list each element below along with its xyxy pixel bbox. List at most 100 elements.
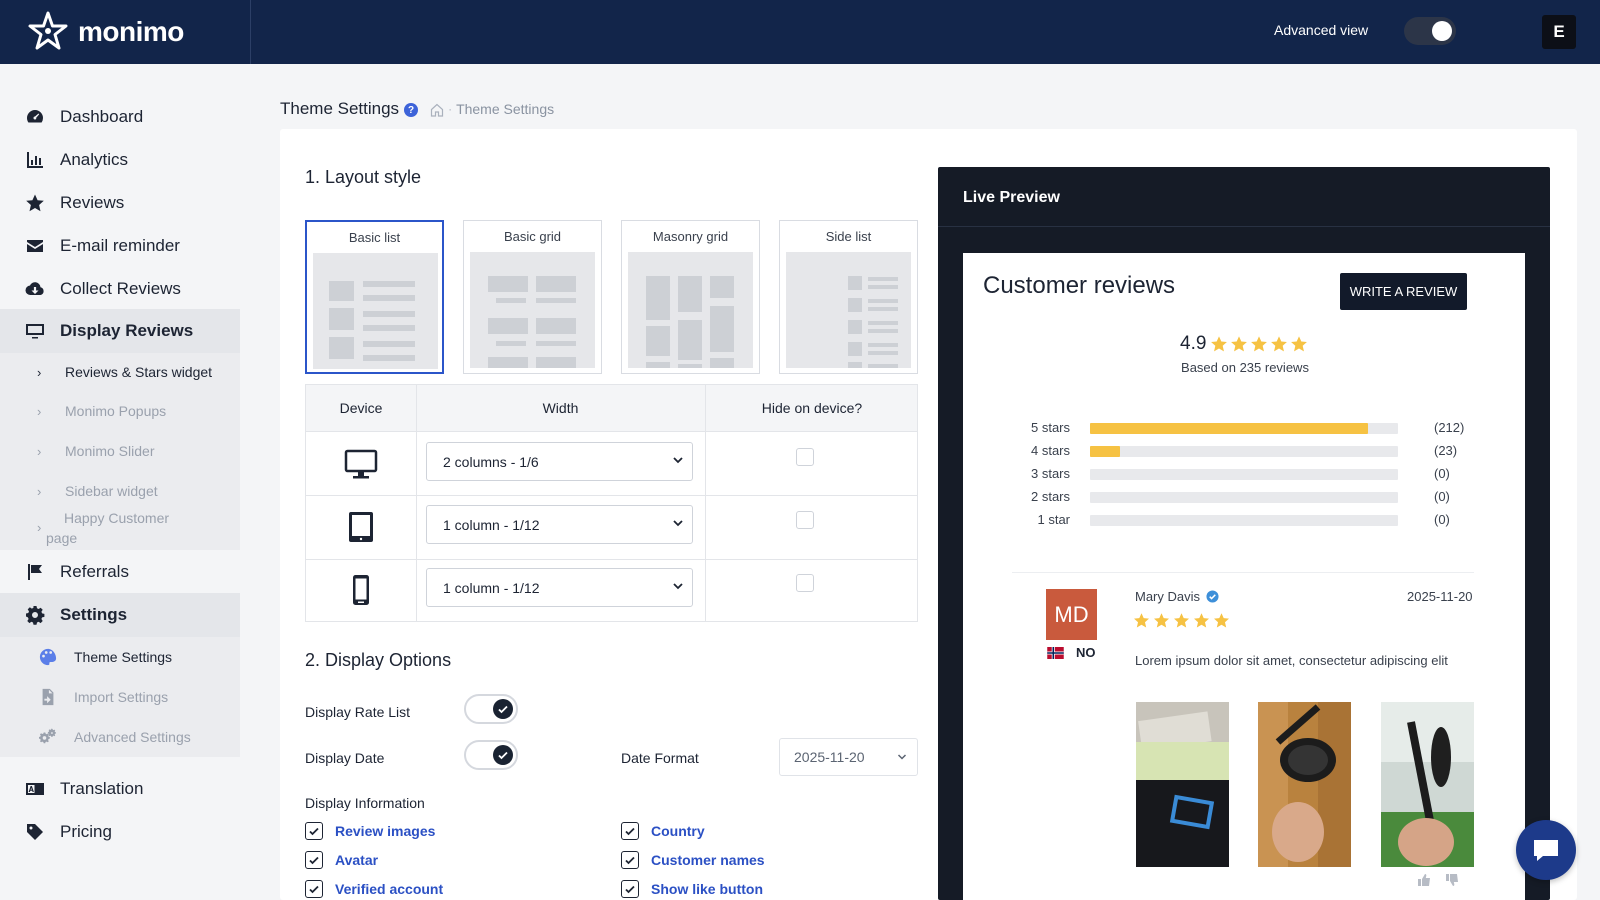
sidebar-item-reviews[interactable]: Reviews (0, 181, 240, 225)
gears-icon (38, 727, 58, 747)
palette-icon (38, 647, 58, 667)
sidebar-item-pricing[interactable]: Pricing (0, 810, 240, 854)
checkbox-box[interactable] (621, 880, 639, 898)
thumbs-down-icon[interactable] (1445, 873, 1459, 887)
desktop-icon (344, 447, 378, 481)
write-review-button[interactable]: WRITE A REVIEW (1340, 273, 1467, 310)
star-icon (1211, 336, 1228, 352)
checkbox-verified-account[interactable]: Verified account (305, 880, 443, 898)
review-photo[interactable] (1136, 702, 1229, 867)
sidebar-item-dashboard[interactable]: Dashboard (0, 95, 240, 139)
submenu-label: Reviews & Stars widget (65, 364, 213, 380)
layout-option-basic-list[interactable]: Basic list (305, 220, 444, 374)
sidebar-item-analytics[interactable]: Analytics (0, 138, 240, 182)
advanced-view-label: Advanced view (1274, 22, 1369, 38)
review-photo[interactable] (1381, 702, 1474, 867)
select-value: 1 column - 1/12 (443, 579, 540, 596)
check-icon (498, 705, 508, 714)
column-header-width: Width (542, 400, 579, 416)
checkbox-label: Review images (335, 823, 436, 839)
live-preview-title: Live Preview (963, 189, 1060, 206)
checkbox-box[interactable] (621, 851, 639, 869)
submenu-theme-settings[interactable]: Theme Settings (0, 637, 240, 677)
rating-bar-track (1090, 446, 1398, 457)
width-select-mobile[interactable]: 1 column - 1/12 (426, 568, 693, 607)
customer-reviews-heading: Customer reviews (983, 272, 1176, 299)
sidebar-item-label: Display Reviews (60, 321, 194, 340)
rating-row: 3 stars (0) (1000, 466, 1470, 482)
sidebar-item-collect-reviews[interactable]: Collect Reviews (0, 267, 240, 311)
reviewer-name: Mary Davis (1135, 589, 1201, 604)
checkbox-customer-names[interactable]: Customer names (621, 851, 765, 869)
sidebar-item-settings[interactable]: Settings (0, 593, 240, 637)
display-rate-list-toggle[interactable] (464, 694, 518, 724)
checkbox-show-like-button[interactable]: Show like button (621, 880, 763, 898)
checkbox-avatar[interactable]: Avatar (305, 851, 378, 869)
home-icon[interactable] (430, 103, 444, 117)
hide-desktop-checkbox[interactable] (796, 448, 814, 466)
display-date-label: Display Date (305, 750, 385, 766)
help-icon[interactable]: ? (404, 103, 419, 117)
mobile-icon (344, 573, 378, 607)
hide-tablet-checkbox[interactable] (796, 511, 814, 529)
sidebar: Dashboard Analytics Reviews E-mail remin… (0, 64, 251, 900)
chat-button[interactable] (1516, 820, 1576, 880)
translate-icon (24, 778, 46, 800)
submenu-monimo-popups[interactable]: › Monimo Popups (0, 392, 240, 430)
sidebar-item-referrals[interactable]: Referrals (0, 550, 240, 594)
sidebar-item-translation[interactable]: Translation (0, 767, 240, 811)
advanced-view-toggle[interactable] (1404, 17, 1456, 45)
check-icon (498, 751, 508, 760)
submenu-reviews-stars-widget[interactable]: › Reviews & Stars widget (0, 353, 240, 391)
sidebar-item-label: Pricing (60, 822, 112, 841)
sidebar-item-display-reviews[interactable]: Display Reviews (0, 309, 240, 353)
toggle-knob (1432, 21, 1452, 41)
checkbox-box[interactable] (305, 851, 323, 869)
checkbox-review-images[interactable]: Review images (305, 822, 435, 840)
reviewer-country: NO (1076, 645, 1096, 660)
rating-row-count: (0) (1434, 489, 1450, 504)
submenu-label: Theme Settings (74, 649, 173, 665)
toggle-knob (493, 699, 513, 719)
display-date-toggle[interactable] (464, 740, 518, 770)
rating-row-label: 2 stars (1030, 489, 1070, 504)
submenu-monimo-slider[interactable]: › Monimo Slider (0, 432, 240, 470)
review-photo[interactable] (1258, 702, 1351, 867)
basic-grid-thumbnail (470, 252, 595, 368)
select-value: 2025-11-20 (794, 749, 865, 765)
checkbox-country[interactable]: Country (621, 822, 705, 840)
layout-option-label: Basic list (348, 230, 401, 245)
rating-row-count: (0) (1434, 466, 1450, 481)
chevron-right-icon: › (37, 364, 42, 380)
masonry-grid-thumbnail (628, 252, 753, 368)
checkbox-box[interactable] (621, 822, 639, 840)
submenu-import-settings[interactable]: Import Settings (0, 677, 240, 717)
monitor-icon (24, 320, 46, 342)
brand-logo[interactable]: monimo (0, 0, 251, 64)
submenu-happy-customer-page[interactable]: › Happy Customer page (0, 510, 240, 550)
settings-submenu: Theme Settings Import Settings Advanced … (0, 637, 240, 757)
layout-option-masonry-grid[interactable]: Masonry grid (621, 220, 760, 374)
layout-option-side-list[interactable]: Side list (779, 220, 918, 374)
width-select-desktop[interactable]: 2 columns - 1/6 (426, 442, 693, 481)
layout-option-basic-grid[interactable]: Basic grid (463, 220, 602, 374)
sidebar-item-label: Dashboard (60, 107, 144, 126)
review-date: 2025-11-20 (1407, 589, 1473, 604)
checkbox-label: Avatar (335, 852, 379, 868)
hide-mobile-checkbox[interactable] (796, 574, 814, 592)
checkbox-box[interactable] (305, 880, 323, 898)
submenu-sidebar-widget[interactable]: › Sidebar widget (0, 472, 240, 510)
submenu-advanced-settings[interactable]: Advanced Settings (0, 717, 240, 757)
date-format-select[interactable]: 2025-11-20 (779, 738, 918, 776)
user-menu-button[interactable]: E (1542, 15, 1576, 49)
thumbs-up-icon[interactable] (1417, 873, 1431, 887)
rating-row-label: 4 stars (1030, 443, 1070, 458)
star-icon (1174, 613, 1189, 628)
review-text: Lorem ipsum dolor sit amet, consectetur … (1135, 653, 1448, 668)
submenu-label: Monimo Popups (65, 403, 167, 419)
basic-list-thumbnail (313, 253, 438, 369)
sidebar-item-email-reminder[interactable]: E-mail reminder (0, 224, 240, 268)
width-select-tablet[interactable]: 1 column - 1/12 (426, 505, 693, 544)
checkbox-box[interactable] (305, 822, 323, 840)
cloud-download-icon (24, 278, 46, 300)
